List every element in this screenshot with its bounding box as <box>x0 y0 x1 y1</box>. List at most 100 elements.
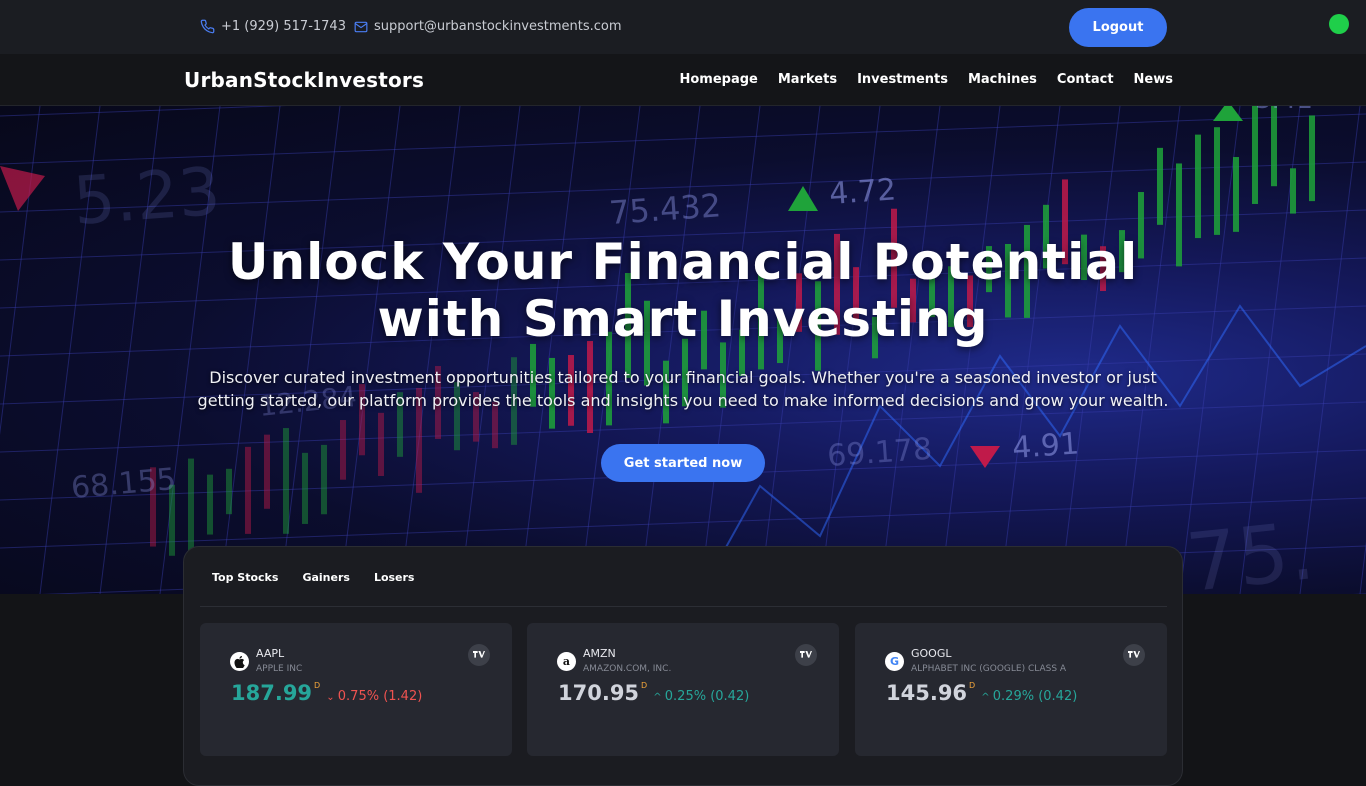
bg-candle <box>378 412 384 476</box>
bg-grid-line <box>759 106 821 594</box>
bg-candle <box>321 444 327 515</box>
phone-contact[interactable]: +1 (929) 517-1743 <box>200 19 346 34</box>
bg-number: 4.91 <box>1011 426 1080 466</box>
price-delay-flag: D <box>314 681 321 690</box>
bg-grid-line <box>519 106 581 594</box>
stock-ticker: GOOGL <box>911 647 952 660</box>
top-contact-bar: +1 (929) 517-1743 support@urbanstockinve… <box>0 0 1366 54</box>
bg-candle <box>302 452 308 524</box>
price-delay-flag: D <box>641 681 648 690</box>
main-navbar: UrbanStockInvestors Homepage Markets Inv… <box>0 54 1366 106</box>
hero-title-line-1: Unlock Your Financial Potential <box>227 233 1139 291</box>
bg-number: 75. <box>1182 504 1318 594</box>
stock-change-value: 0.75% (1.42) <box>337 689 423 704</box>
bg-candle <box>264 434 270 509</box>
stock-tabs: Top Stocks Gainers Losers <box>212 571 414 584</box>
brand-logo[interactable]: UrbanStockInvestors <box>184 68 424 92</box>
bg-candle <box>1233 157 1239 232</box>
tab-gainers[interactable]: Gainers <box>302 571 350 584</box>
tabs-divider <box>200 606 1167 607</box>
price-delay-flag: D <box>969 681 976 690</box>
stock-change: ⌄ 0.75% (1.42) <box>326 689 422 704</box>
bg-grid-line <box>0 497 1366 549</box>
hero-section: 5.23 75.432 4.72 3.41 12.284 68.155 69.1… <box>0 106 1366 594</box>
stock-change: ^ 0.25% (0.42) <box>653 689 749 704</box>
bg-candle <box>226 468 232 515</box>
bg-candle <box>1214 127 1220 235</box>
get-started-button[interactable]: Get started now <box>601 444 765 482</box>
logout-button[interactable]: Logout <box>1069 8 1167 47</box>
hero-subtitle: Discover curated investment opportunitie… <box>197 368 1169 410</box>
nav-contact[interactable]: Contact <box>1057 72 1114 87</box>
phone-number: +1 (929) 517-1743 <box>221 19 346 34</box>
nav-links: Homepage Markets Investments Machines Co… <box>680 72 1174 87</box>
stock-price: 187.99 <box>231 681 313 705</box>
bg-grid-line <box>939 106 1001 594</box>
stock-change-value: 0.29% (0.42) <box>992 689 1078 704</box>
hero-title-line-2: with Smart Investing <box>377 290 989 348</box>
tradingview-icon[interactable] <box>795 644 817 666</box>
bg-grid-line <box>399 106 461 594</box>
bg-candle <box>1252 106 1258 204</box>
bg-grid-line <box>1119 106 1181 594</box>
mail-icon <box>354 21 368 32</box>
stock-price: 145.96 <box>886 681 968 705</box>
stock-chart-background-image: 5.23 75.432 4.72 3.41 12.284 68.155 69.1… <box>0 106 1366 594</box>
hero-title: Unlock Your Financial Potential with Sma… <box>0 234 1366 348</box>
chevron-down-icon: ⌄ <box>326 692 338 703</box>
bg-grid-line <box>339 106 401 594</box>
stock-price-row: 145.96 D ^ 0.29% (0.42) <box>886 681 1077 705</box>
nav-markets[interactable]: Markets <box>778 72 837 87</box>
stock-change: ^ 0.29% (0.42) <box>981 689 1077 704</box>
stock-ticker: AMZN <box>583 647 616 660</box>
bg-candle <box>207 474 213 535</box>
bg-candle <box>1309 115 1315 202</box>
bg-number: 3.41 <box>1255 106 1313 115</box>
stock-price-row: 170.95 D ^ 0.25% (0.42) <box>558 681 749 705</box>
stock-price-row: 187.99 D ⌄ 0.75% (1.42) <box>231 681 422 705</box>
bg-candle <box>1157 147 1163 225</box>
bg-candle <box>283 428 289 534</box>
tab-top-stocks[interactable]: Top Stocks <box>212 571 278 584</box>
bg-grid-line <box>999 106 1061 594</box>
amazon-icon: a <box>557 652 576 671</box>
apple-icon <box>230 652 249 671</box>
google-icon: G <box>885 652 904 671</box>
stock-change-value: 0.25% (0.42) <box>664 689 750 704</box>
bg-candle <box>1271 106 1277 187</box>
stock-card-googl[interactable]: G GOOGL ALPHABET INC (GOOGLE) CLASS A 14… <box>855 623 1167 756</box>
stock-ticker-panel: Top Stocks Gainers Losers AAPL APPLE INC… <box>183 546 1183 786</box>
stock-company-name: APPLE INC <box>256 664 303 674</box>
bg-grid-line <box>1059 106 1121 594</box>
stock-ticker: AAPL <box>256 647 285 660</box>
bg-number: 5.23 <box>71 153 223 240</box>
phone-icon <box>200 19 215 34</box>
bg-candle <box>340 420 346 480</box>
stock-card-aapl[interactable]: AAPL APPLE INC 187.99 D ⌄ 0.75% (1.42) <box>200 623 512 756</box>
email-contact[interactable]: support@urbanstockinvestments.com <box>354 19 622 34</box>
chevron-up-icon: ^ <box>981 692 993 703</box>
bg-number: 75.432 <box>608 186 722 232</box>
stock-company-name: AMAZON.COM, INC. <box>583 664 672 674</box>
tradingview-icon[interactable] <box>1123 644 1145 666</box>
nav-news[interactable]: News <box>1134 72 1173 87</box>
nav-machines[interactable]: Machines <box>968 72 1037 87</box>
tab-losers[interactable]: Losers <box>374 571 415 584</box>
nav-investments[interactable]: Investments <box>857 72 948 87</box>
bg-number: 4.72 <box>828 172 897 212</box>
nav-homepage[interactable]: Homepage <box>680 72 758 87</box>
stock-company-name: ALPHABET INC (GOOGLE) CLASS A <box>911 664 1067 674</box>
stock-card-amzn[interactable]: a AMZN AMAZON.COM, INC. 170.95 D ^ 0.25%… <box>527 623 839 756</box>
bg-grid-line <box>459 106 521 594</box>
bg-candle <box>1195 134 1201 239</box>
email-address: support@urbanstockinvestments.com <box>374 19 622 34</box>
online-status-indicator <box>1329 14 1349 34</box>
bg-grid-line <box>0 106 287 117</box>
bg-candle <box>1290 168 1296 214</box>
bg-number: 68.155 <box>70 462 178 506</box>
tradingview-icon[interactable] <box>468 644 490 666</box>
stock-price: 170.95 <box>558 681 640 705</box>
bg-candle <box>245 446 251 534</box>
chevron-up-icon: ^ <box>653 692 665 703</box>
bg-number: 69.178 <box>826 432 933 474</box>
